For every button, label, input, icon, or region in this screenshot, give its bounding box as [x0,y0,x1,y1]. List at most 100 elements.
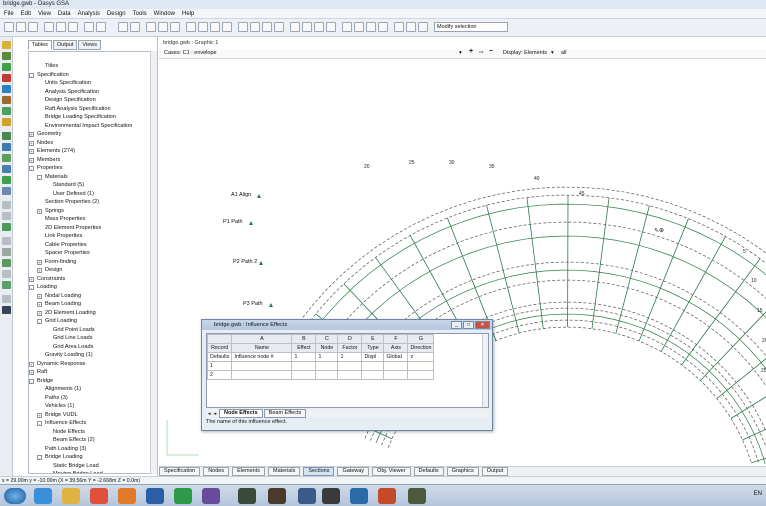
tree-item[interactable]: Beam Effects (2) [29,436,155,445]
tab-beam-effects[interactable]: Beam Effects [263,409,307,418]
table-cell[interactable] [407,361,435,371]
gsa-icon[interactable] [238,488,256,504]
deform-tool-icon[interactable] [2,281,11,289]
tree-item[interactable]: Raft Analysis Specification [29,105,155,114]
table-cell[interactable]: Defaults [207,352,233,362]
ie-icon[interactable] [34,488,52,504]
bt-graphics[interactable]: Graphics [446,467,479,476]
excel-icon[interactable] [174,488,192,504]
tree-item[interactable]: Units Specification [29,79,155,88]
tree-item[interactable]: +2D Element Loading [29,309,155,318]
expand-icon[interactable]: + [37,208,42,214]
bt-defaults[interactable]: Defaults [413,467,444,476]
table-cell[interactable] [231,361,293,371]
redo-icon[interactable] [130,22,140,32]
expand-icon[interactable]: + [37,268,42,273]
expand-icon[interactable]: + [37,310,42,316]
app2-icon[interactable] [268,488,286,504]
tree-item[interactable]: + Beam Loading [29,300,155,309]
maximize-icon[interactable]: □ [463,321,474,329]
plus-icon[interactable]: + [469,48,473,55]
tree-item[interactable]: + Constraints [29,275,155,284]
solver-icon[interactable] [262,22,272,32]
active-tool-icon[interactable] [2,223,11,231]
save-icon[interactable] [28,22,38,32]
tab-tables[interactable]: Tables [28,40,52,50]
tree-item[interactable]: Vehicles (1) [29,402,155,411]
expand-icon[interactable]: + [29,132,34,137]
print-icon[interactable] [84,22,94,32]
table-cell[interactable]: F [383,334,409,344]
table-cell[interactable]: C [315,334,339,344]
app6-icon[interactable] [378,488,396,504]
tree-item[interactable]: + Dynamic Response [29,360,155,369]
table-cell[interactable] [407,370,435,380]
refresh-icon[interactable] [418,22,428,32]
table-cell[interactable]: Influence node # [231,352,293,362]
tree-item[interactable]: Alignments (1) [29,385,155,394]
rotate-icon[interactable] [326,22,336,32]
expand-icon[interactable]: + [37,302,42,307]
bt-nodes[interactable]: Nodes [203,467,230,476]
lang-indicator[interactable]: EN [754,491,762,497]
section-tool-icon[interactable] [2,96,11,104]
node-tool-icon[interactable] [2,52,11,60]
expand-icon[interactable]: + [37,412,42,418]
labels-tool-icon[interactable] [2,248,11,256]
home-icon[interactable] [170,22,180,32]
select-icon[interactable] [290,22,300,32]
sum-icon[interactable] [222,22,232,32]
design-icon[interactable] [250,22,260,32]
tree-item[interactable]: - Loading [29,283,155,292]
graphic-tab[interactable]: bridge.gwb : Graphic 1 [163,39,218,47]
axes-tool-icon[interactable] [2,212,11,220]
tree-item[interactable]: + Bridge VUDL [29,411,155,420]
menu-analysis[interactable]: Analysis [78,11,100,17]
material-tool-icon[interactable] [2,118,11,126]
table-cell[interactable] [231,370,293,380]
table-cell[interactable] [207,334,233,344]
preview-icon[interactable] [96,22,106,32]
menu-edit[interactable]: Edit [21,11,31,17]
expand-icon[interactable]: + [29,370,34,375]
table-cell[interactable]: Node [315,343,339,353]
app-icon[interactable] [202,488,220,504]
view-tool-icon[interactable] [2,201,11,209]
tree-item[interactable]: + Geometry [29,130,155,139]
forward-icon[interactable] [158,22,168,32]
tree-item[interactable]: Spacer Properties [29,249,155,258]
tree-item[interactable]: + Members [29,156,155,165]
table-cell[interactable]: Global [383,352,409,362]
table-cell[interactable]: E [361,334,385,344]
menu-design[interactable]: Design [107,11,126,17]
table-cell[interactable] [361,370,385,380]
copy-tool-icon[interactable] [2,143,11,151]
collapse-icon[interactable]: - [29,72,34,78]
table-cell[interactable]: 1 [207,361,233,371]
table-cell[interactable] [315,361,339,371]
bt-gateway[interactable]: Gateway [337,467,370,476]
table-cell[interactable]: 2 [207,370,233,380]
member-icon[interactable] [366,22,376,32]
table-cell[interactable]: 1 [337,352,363,362]
tree-item[interactable]: Path Loading (3) [29,445,155,454]
table-cell[interactable]: 1 [315,352,339,362]
combo-arrow-icon[interactable]: ▾ [459,50,462,56]
expand-icon[interactable]: + [29,149,34,154]
tree-item[interactable]: Paths (3) [29,394,155,403]
table-cell[interactable]: Name [231,343,293,353]
view-icon[interactable] [394,22,404,32]
collapse-icon[interactable]: - [29,166,34,171]
tree-item[interactable]: Moving Bridge Load [29,470,155,473]
collapse-icon[interactable]: - [29,378,34,384]
firefox-icon[interactable] [118,488,136,504]
pencil-icon[interactable] [2,41,11,49]
table-cell[interactable] [383,370,409,380]
table-cell[interactable]: G [407,334,435,344]
table-cell[interactable] [291,361,317,371]
all-label[interactable]: all [561,50,567,56]
bt-output[interactable]: Output [481,467,509,476]
menu-help[interactable]: Help [182,11,194,17]
tree-item[interactable]: Static Bridge Load [29,462,155,471]
undo-icon[interactable] [118,22,128,32]
